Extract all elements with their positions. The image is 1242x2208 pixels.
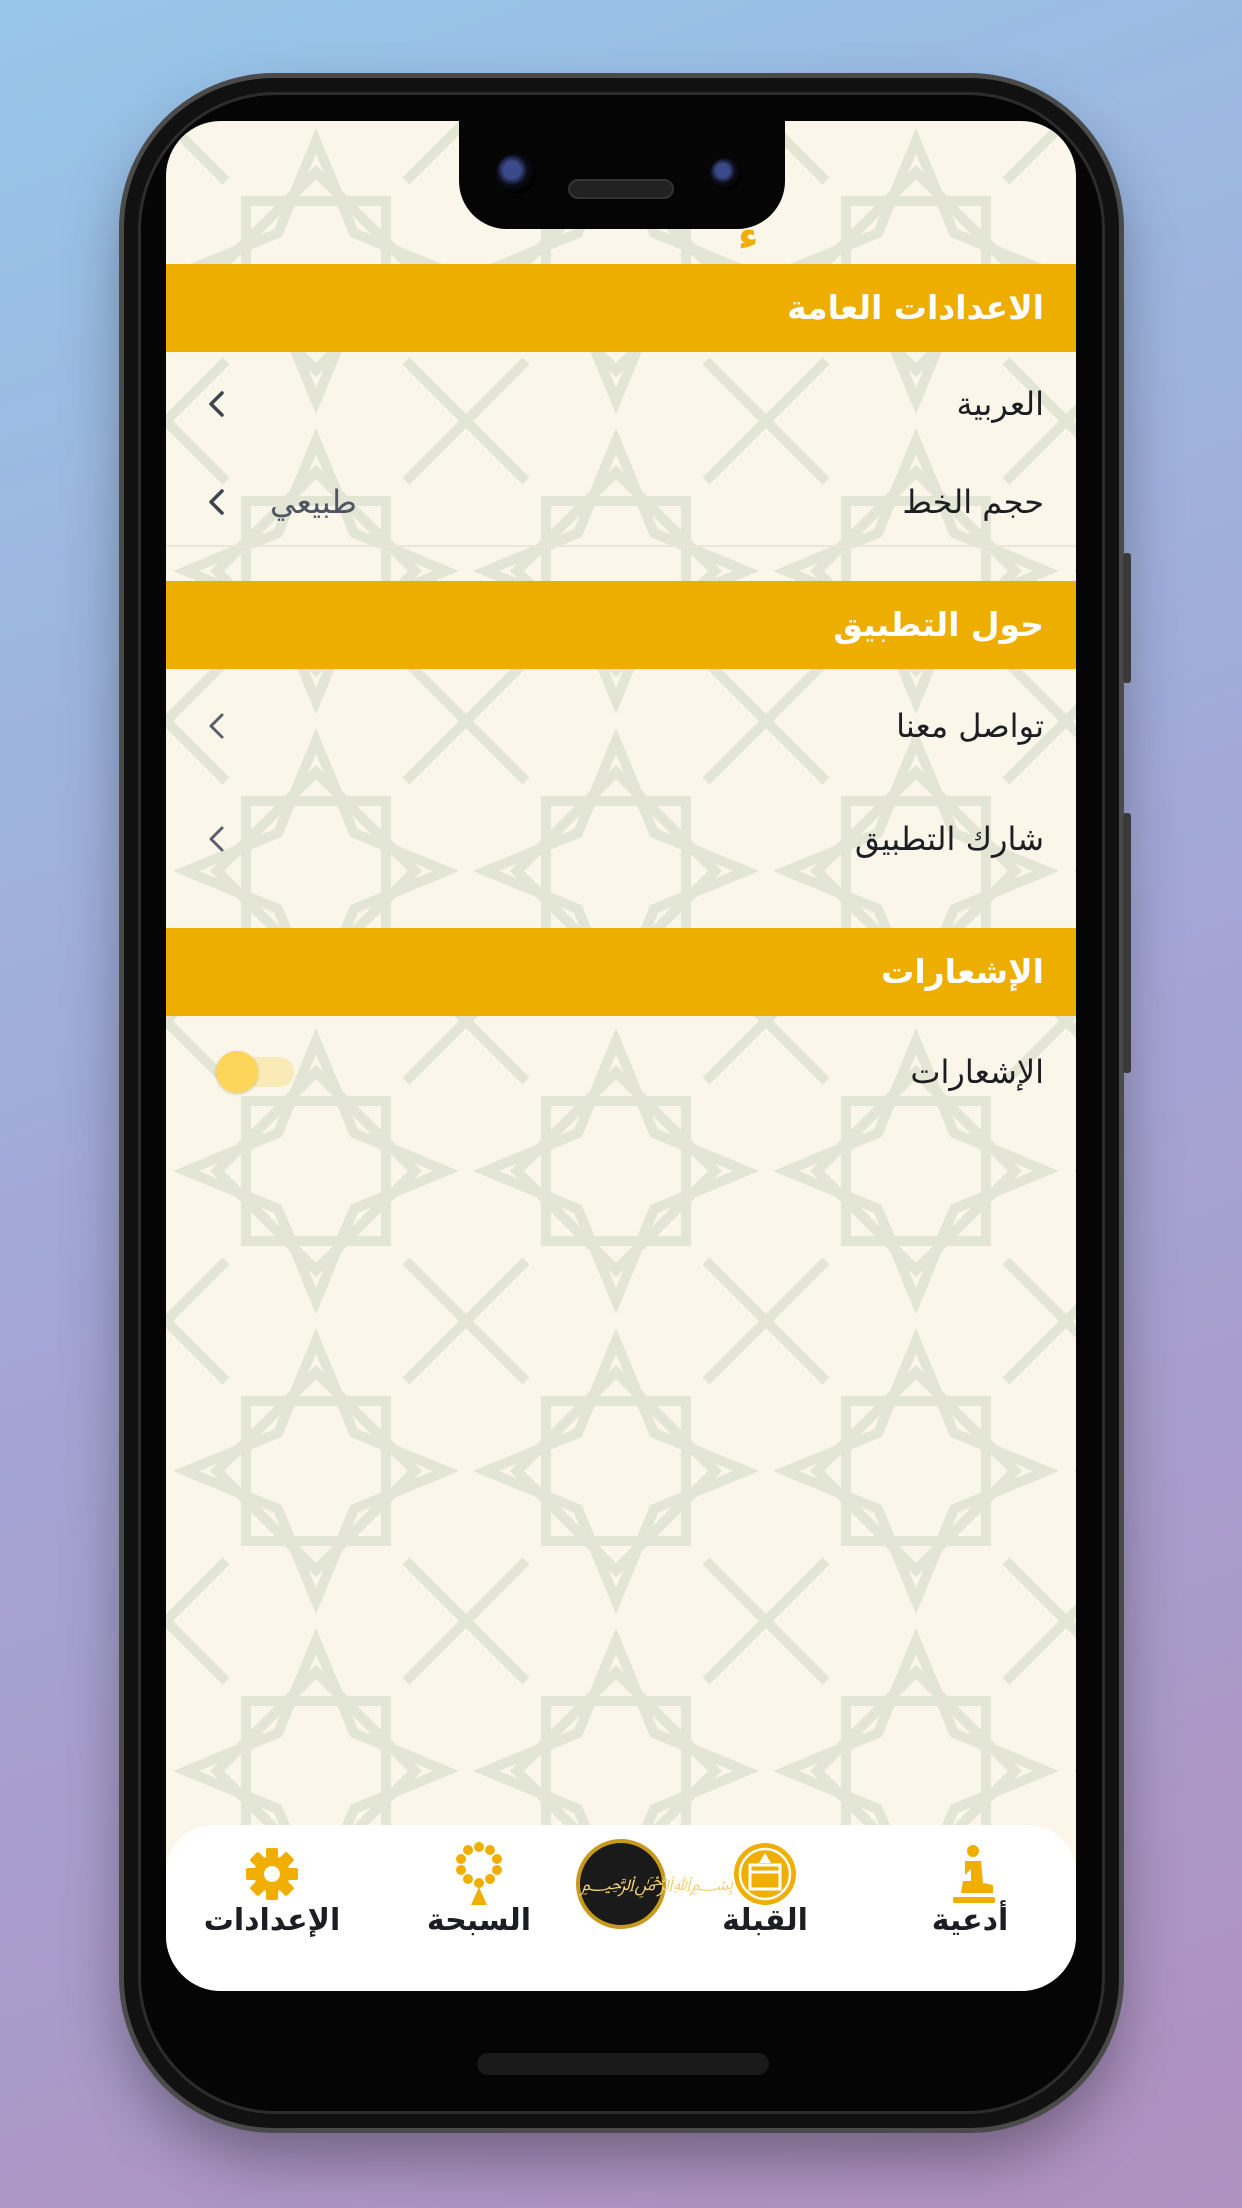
chevron-left-icon — [209, 826, 224, 852]
chevron-left-icon — [209, 489, 224, 515]
notifications-label: الإشعارات — [910, 1053, 1044, 1091]
font-size-label: حجم الخط — [902, 483, 1044, 521]
bottom-tab-bar: الإعدادات السبحة ﷽ القبلة أدعية — [166, 1825, 1076, 1991]
notifications-row: الإشعارات — [166, 1027, 1076, 1117]
earpiece-speaker — [568, 179, 674, 199]
section-header-general: الاعدادات العامة — [166, 264, 1076, 352]
tab-qibla[interactable]: القبلة — [680, 1825, 850, 1991]
contact-label: تواصل معنا — [896, 707, 1044, 745]
tab-prayer-beads[interactable]: السبحة — [394, 1825, 564, 1991]
kaaba-icon — [734, 1843, 796, 1905]
tab-settings-label: الإعدادات — [203, 1903, 341, 1938]
tab-qibla-label: القبلة — [722, 1903, 808, 1938]
gear-icon — [246, 1848, 298, 1900]
volume-button — [1123, 813, 1131, 1073]
language-label: العربية — [956, 385, 1044, 423]
front-camera-icon — [496, 154, 536, 194]
chevron-left-icon — [209, 391, 224, 417]
chin-speaker — [477, 2053, 769, 2075]
section-divider — [166, 545, 1076, 547]
section-header-about: حول التطبيق — [166, 581, 1076, 669]
power-button — [1123, 553, 1131, 683]
sensor-icon — [710, 158, 742, 190]
font-size-row[interactable]: حجم الخط طبيعي — [166, 457, 1076, 547]
contact-row[interactable]: تواصل معنا — [166, 681, 1076, 771]
tab-duas[interactable]: أدعية — [885, 1825, 1055, 1991]
prayer-beads-icon — [456, 1842, 502, 1905]
share-label: شارك التطبيق — [854, 820, 1044, 858]
language-row[interactable]: العربية — [166, 359, 1076, 449]
tab-duas-label: أدعية — [931, 1903, 1009, 1938]
app-screen: ء الاعدادات العامة العربية حجم الخط طبيع… — [166, 121, 1076, 1991]
share-row[interactable]: شارك التطبيق — [166, 794, 1076, 884]
chevron-left-icon — [209, 713, 224, 739]
praying-person-icon — [953, 1845, 995, 1903]
tab-settings[interactable]: الإعدادات — [187, 1825, 357, 1991]
toggle-knob — [216, 1051, 258, 1093]
notifications-toggle[interactable] — [216, 1051, 294, 1093]
app-logo-button[interactable]: ﷽ — [576, 1839, 734, 1929]
section-header-notifications: الإشعارات — [166, 928, 1076, 1016]
tab-prayer-beads-label: السبحة — [426, 1903, 532, 1938]
font-size-value: طبيعي — [270, 483, 357, 521]
app-logo-calligraphy-icon: ﷽ — [580, 1871, 734, 1895]
